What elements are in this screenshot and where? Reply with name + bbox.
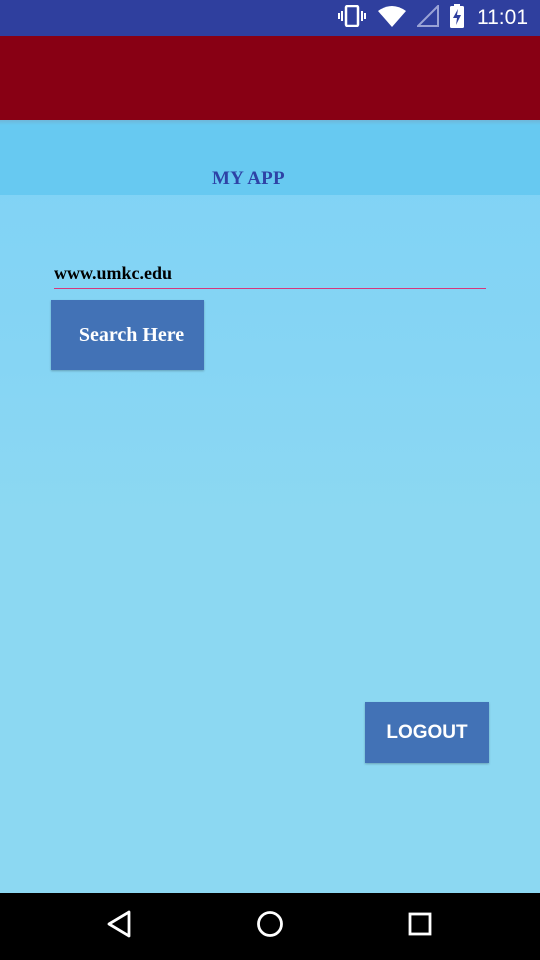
status-icons: 11:01	[337, 0, 528, 36]
url-input[interactable]	[54, 258, 486, 289]
recents-icon	[405, 909, 435, 944]
navigation-bar	[0, 893, 540, 960]
toolbar-shadow	[0, 120, 540, 125]
logout-button[interactable]: LOGOUT	[365, 702, 489, 763]
app-toolbar	[0, 36, 540, 120]
home-button[interactable]	[230, 893, 310, 960]
battery-charging-icon	[449, 3, 465, 33]
page-title: MY APP	[212, 168, 285, 189]
content-area	[0, 120, 540, 893]
clock: 11:01	[477, 6, 528, 29]
signal-icon	[415, 3, 439, 32]
wifi-icon	[377, 5, 407, 32]
back-button[interactable]	[80, 893, 160, 960]
vibrate-icon	[337, 4, 367, 32]
back-icon	[105, 909, 135, 944]
home-icon	[255, 909, 285, 944]
search-button[interactable]: Search Here	[51, 300, 204, 370]
recents-button[interactable]	[380, 893, 460, 960]
status-bar: 11:01	[0, 0, 540, 36]
